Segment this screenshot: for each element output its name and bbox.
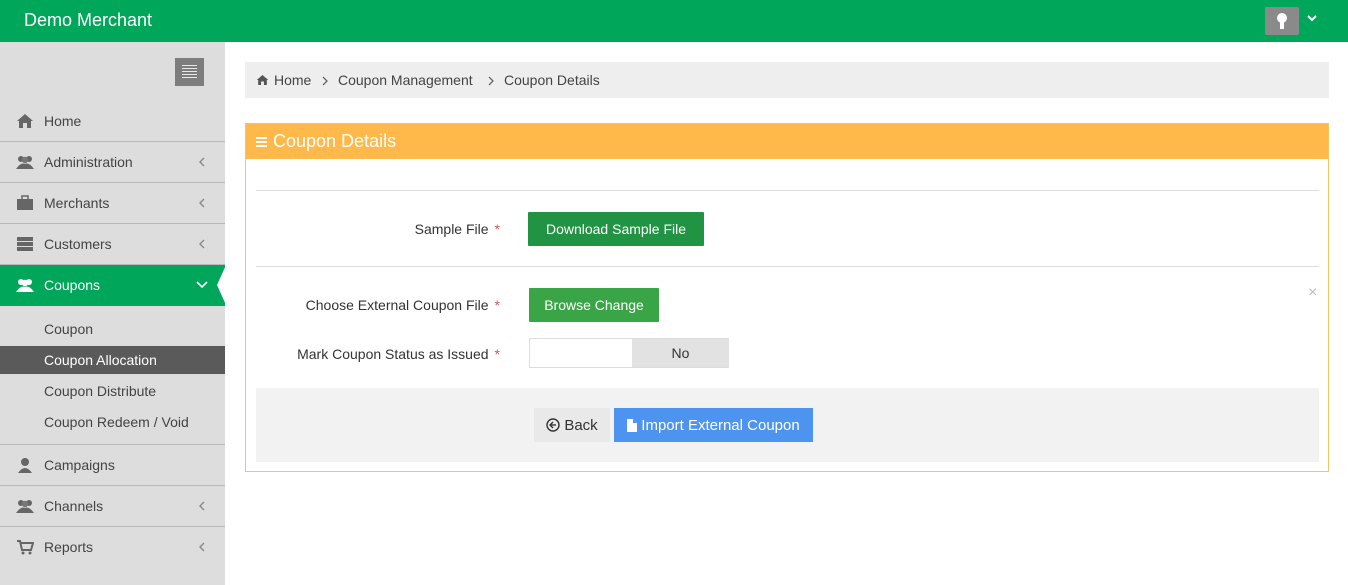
required-mark: * <box>494 297 500 313</box>
mark-issued-toggle[interactable]: No <box>529 338 729 368</box>
panel-title: Coupon Details <box>273 131 397 151</box>
sidebar-subitem-label: Coupon Redeem / Void <box>44 414 189 430</box>
file-icon <box>627 418 638 432</box>
panel-header: Coupon Details <box>246 124 1328 159</box>
sidebar-item-label: Administration <box>44 154 133 170</box>
active-indicator <box>217 265 226 305</box>
sidebar-subitem-coupon-allocation[interactable]: Coupon Allocation <box>0 346 225 374</box>
sidebar-item-label: Campaigns <box>44 457 115 473</box>
home-icon <box>17 114 33 128</box>
required-mark: * <box>494 346 500 362</box>
sidebar-item-coupons[interactable]: Coupons <box>0 265 226 306</box>
chevron-left-icon <box>199 239 205 249</box>
brand-title[interactable]: Demo Merchant <box>24 10 152 31</box>
users-icon <box>16 156 34 169</box>
breadcrumb: Home Coupon Management Coupon Details <box>245 62 1329 98</box>
label-text: Sample File <box>414 221 489 237</box>
sample-file-label: Sample File * <box>266 221 500 237</box>
toggle-state: No <box>632 339 729 367</box>
briefcase-icon <box>17 195 33 210</box>
sidebar-item-home[interactable]: Home <box>0 101 225 142</box>
close-icon[interactable]: × <box>1308 284 1317 302</box>
browse-change-button[interactable]: Browse Change <box>529 288 659 322</box>
chevron-down-icon <box>196 281 208 289</box>
users-icon <box>16 279 34 292</box>
home-icon <box>256 74 269 86</box>
chevron-down-icon[interactable] <box>1306 11 1318 27</box>
choose-file-label: Choose External Coupon File * <box>266 297 500 313</box>
sidebar-subitem-coupon-distribute[interactable]: Coupon Distribute <box>0 377 225 405</box>
sidebar-item-label: Customers <box>44 236 112 252</box>
back-button-label: Back <box>564 416 598 434</box>
sidebar-item-campaigns[interactable]: Campaigns <box>0 445 225 486</box>
sidebar-subitem-label: Coupon Distribute <box>44 383 157 399</box>
sidebar-subitem-coupon[interactable]: Coupon <box>0 315 225 343</box>
sidebar-item-customers[interactable]: Customers <box>0 224 225 265</box>
chevron-right-icon <box>322 76 328 86</box>
sidebar-subitem-label: Coupon <box>44 321 94 337</box>
sidebar-item-label: Reports <box>44 539 94 555</box>
sidebar: Home Administration Merchants Customers … <box>0 42 226 585</box>
back-button[interactable]: Back <box>534 408 610 442</box>
chevron-left-icon <box>199 198 205 208</box>
sidebar-subitem-coupon-redeem-void[interactable]: Coupon Redeem / Void <box>0 408 225 436</box>
sidebar-item-merchants[interactable]: Merchants <box>0 183 225 224</box>
breadcrumb-coupon-details: Coupon Details <box>504 72 600 88</box>
import-button-label: Import External Coupon <box>641 416 800 434</box>
coupon-details-panel: Coupon Details Sample File * Download Sam… <box>245 123 1329 472</box>
list-icon <box>256 137 267 147</box>
breadcrumb-coupon-management[interactable]: Coupon Management <box>338 72 473 88</box>
chevron-left-icon <box>199 542 205 552</box>
chevron-left-icon <box>199 501 205 511</box>
sidebar-item-administration[interactable]: Administration <box>0 142 225 183</box>
users-icon <box>16 500 34 513</box>
chevron-right-icon <box>488 76 494 86</box>
sidebar-item-label: Coupons <box>44 277 101 293</box>
breadcrumb-home[interactable]: Home <box>274 72 311 88</box>
user-avatar-icon[interactable] <box>1265 7 1299 35</box>
top-navbar: Demo Merchant <box>0 0 1348 42</box>
hamburger-icon[interactable] <box>175 58 204 86</box>
sidebar-item-label: Home <box>44 113 82 129</box>
divider <box>256 266 1319 267</box>
download-sample-file-button[interactable]: Download Sample File <box>528 212 704 246</box>
chevron-left-icon <box>199 157 205 167</box>
sidebar-item-channels[interactable]: Channels <box>0 486 225 527</box>
label-text: Choose External Coupon File <box>305 297 489 313</box>
import-external-coupon-button[interactable]: Import External Coupon <box>614 408 813 442</box>
sidebar-item-reports[interactable]: Reports <box>0 527 225 568</box>
sidebar-item-label: Channels <box>44 498 104 514</box>
label-text: Mark Coupon Status as Issued <box>297 346 489 362</box>
user-icon <box>18 458 32 473</box>
server-icon <box>17 237 33 251</box>
sidebar-item-label: Merchants <box>44 195 110 211</box>
sidebar-subitem-label: Coupon Allocation <box>44 352 157 368</box>
arrow-left-circle-icon <box>546 418 561 432</box>
divider <box>256 190 1319 191</box>
mark-issued-label: Mark Coupon Status as Issued * <box>266 346 500 362</box>
cart-icon <box>17 540 34 555</box>
form-actions: Back Import External Coupon <box>256 388 1319 462</box>
required-mark: * <box>494 221 500 237</box>
